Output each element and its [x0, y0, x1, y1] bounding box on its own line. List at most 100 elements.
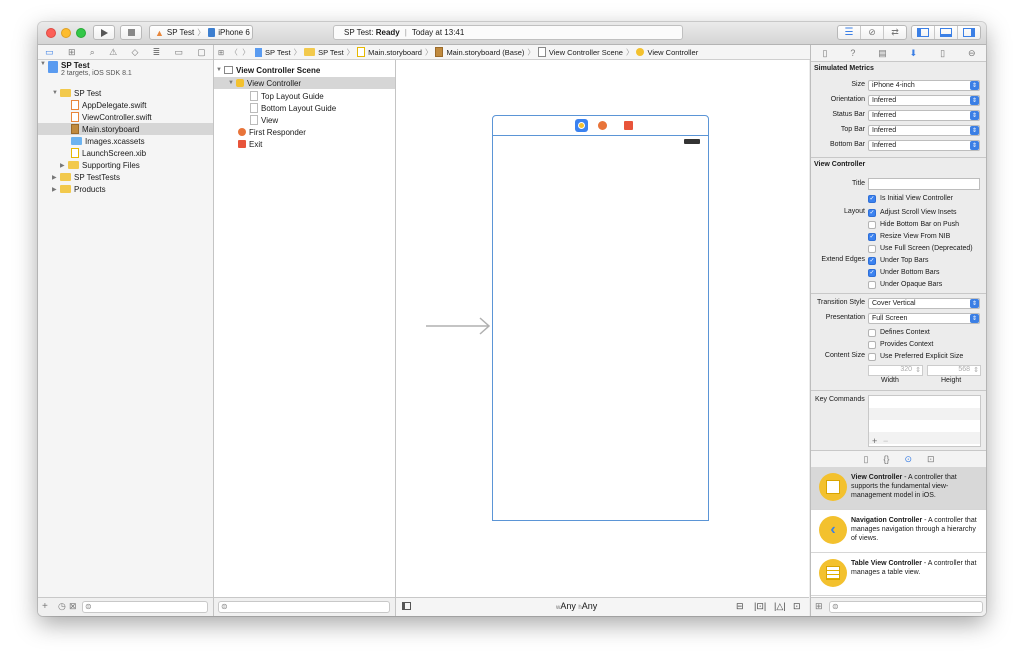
under-opaque-checkbox[interactable]: Under Opaque Bars: [868, 279, 942, 290]
hide-bottom-checkbox[interactable]: Hide Bottom Bar on Push: [868, 219, 959, 230]
under-bottom-checkbox[interactable]: ✓ Under Bottom Bars: [868, 267, 940, 278]
library-item[interactable]: Table View Controller - A controller tha…: [811, 553, 986, 596]
initial-vc-checkbox[interactable]: ✓ Is Initial View Controller: [868, 193, 953, 204]
view-controller-icon[interactable]: [575, 119, 588, 132]
scene-row[interactable]: ▼ View Controller Scene: [216, 64, 320, 76]
size-inspector-icon[interactable]: ▯: [940, 48, 945, 59]
toggle-navigator-button[interactable]: [912, 26, 935, 39]
resolve-icon[interactable]: |△|: [774, 601, 786, 612]
code-snippet-icon[interactable]: {}: [883, 454, 889, 464]
folder-icon[interactable]: ▭: [45, 47, 54, 58]
warning-icon[interactable]: ⚠: [109, 47, 117, 58]
search-icon[interactable]: ⌕: [90, 47, 95, 58]
minimize-window-button[interactable]: [61, 28, 71, 38]
first-responder-icon[interactable]: [598, 121, 607, 130]
align-icon[interactable]: ⊟: [736, 601, 744, 612]
transition-popup[interactable]: Cover Vertical ⇕: [868, 298, 980, 309]
project-row[interactable]: ▼ SP Test 2 targets, iOS SDK 8.1: [40, 61, 132, 83]
run-button[interactable]: [93, 25, 115, 40]
file-inspector-icon[interactable]: ▯: [822, 48, 827, 59]
width-stepper[interactable]: 320 ⇕: [868, 365, 923, 376]
exit-icon[interactable]: [624, 121, 633, 130]
identity-inspector-icon[interactable]: ▤: [878, 48, 887, 59]
file-row[interactable]: AppDelegate.swift: [71, 99, 146, 111]
outline-toggle-icon[interactable]: [402, 602, 411, 610]
full-screen-checkbox[interactable]: Use Full Screen (Deprecated): [868, 243, 973, 254]
related-items-icon[interactable]: ⊞: [214, 48, 228, 57]
outline-row[interactable]: Bottom Layout Guide: [250, 102, 336, 114]
resize-nib-checkbox[interactable]: ✓ Resize View From NIB: [868, 231, 950, 242]
jump-item[interactable]: SP Test: [265, 48, 291, 57]
group-row[interactable]: ▶ Products: [52, 183, 106, 195]
library-filter-input[interactable]: ⊜: [829, 601, 983, 613]
attributes-inspector-icon[interactable]: ⬇: [910, 48, 918, 59]
file-row[interactable]: ViewController.swift: [71, 111, 152, 123]
grid-view-icon[interactable]: ⊞: [815, 601, 823, 612]
report-icon[interactable]: ▢: [197, 47, 206, 58]
defines-context-checkbox[interactable]: Defines Context: [868, 327, 930, 338]
scm-icon[interactable]: ⊠: [69, 601, 77, 612]
orientation-popup[interactable]: Inferred ⇕: [868, 95, 980, 106]
outline-filter-input[interactable]: ⊜: [218, 601, 390, 613]
file-row[interactable]: LaunchScreen.xib: [71, 147, 146, 159]
group-row[interactable]: ▶ Supporting Files: [60, 159, 140, 171]
stop-button[interactable]: [120, 25, 142, 40]
version-editor-button[interactable]: ⇄: [884, 26, 906, 39]
top-bar-popup[interactable]: Inferred ⇕: [868, 125, 980, 136]
jump-item[interactable]: SP Test: [318, 48, 344, 57]
view-controller-scene[interactable]: [492, 136, 709, 521]
group-row[interactable]: ▶ SP TestTests: [52, 171, 120, 183]
scheme-selector[interactable]: ▲ SP Test 〉 iPhone 6: [149, 25, 253, 40]
assistant-editor-button[interactable]: ⊘: [861, 26, 884, 39]
test-icon[interactable]: ◇: [131, 47, 138, 58]
remove-key-command-icon[interactable]: −: [883, 436, 888, 446]
add-key-command-icon[interactable]: +: [872, 436, 877, 446]
library-item[interactable]: View Controller - A controller that supp…: [811, 467, 986, 510]
forward-icon[interactable]: 〉: [240, 47, 252, 58]
size-class-control[interactable]: wAny hAny: [556, 601, 597, 611]
outline-row[interactable]: View: [250, 114, 278, 126]
debug-icon[interactable]: ≣: [153, 47, 161, 58]
jump-item[interactable]: View Controller Scene: [549, 48, 623, 57]
group-row[interactable]: ▼ SP Test: [52, 87, 101, 99]
provides-context-checkbox[interactable]: Provides Context: [868, 339, 933, 350]
standard-editor-button[interactable]: ☰: [838, 26, 861, 39]
bottom-bar-popup[interactable]: Inferred ⇕: [868, 140, 980, 151]
breakpoint-icon[interactable]: ▭: [174, 47, 183, 58]
object-library-icon[interactable]: ⊙: [904, 454, 912, 465]
height-stepper[interactable]: 568 ⇕: [927, 365, 981, 376]
outline-row[interactable]: Exit: [238, 138, 262, 150]
toggle-debug-button[interactable]: [935, 26, 958, 39]
outline-row[interactable]: Top Layout Guide: [250, 90, 324, 102]
under-top-checkbox[interactable]: ✓ Under Top Bars: [868, 255, 929, 266]
jump-item[interactable]: View Controller: [647, 48, 698, 57]
adjust-scroll-checkbox[interactable]: ✓ Adjust Scroll View Insets: [868, 207, 957, 218]
status-bar-popup[interactable]: Inferred ⇕: [868, 110, 980, 121]
library-item[interactable]: ‹ Navigation Controller - A controller t…: [811, 510, 986, 553]
connections-inspector-icon[interactable]: ⊖: [968, 48, 976, 59]
recent-icon[interactable]: ◷: [58, 601, 66, 612]
pin-icon[interactable]: |⊡|: [754, 601, 766, 612]
jump-item[interactable]: Main.storyboard (Base): [446, 48, 524, 57]
close-window-button[interactable]: [46, 28, 56, 38]
vc-row-selected[interactable]: ▼ View Controller: [214, 77, 395, 89]
file-row-selected[interactable]: Main.storyboard: [38, 123, 213, 135]
outline-row[interactable]: First Responder: [238, 126, 306, 138]
zoom-window-button[interactable]: [76, 28, 86, 38]
toggle-utilities-button[interactable]: [958, 26, 980, 39]
scene-dock[interactable]: [492, 115, 709, 136]
symbol-icon[interactable]: ⊞: [68, 47, 76, 58]
back-icon[interactable]: 〈: [228, 47, 240, 58]
title-field[interactable]: [868, 178, 980, 190]
size-popup[interactable]: iPhone 4-inch ⇕: [868, 80, 980, 91]
key-commands-table[interactable]: + −: [868, 395, 981, 447]
storyboard-canvas[interactable]: wAny hAny ⊟ |⊡| |△| ⊡: [396, 60, 809, 616]
navigator-filter-input[interactable]: ⊜: [82, 601, 208, 613]
add-icon[interactable]: +: [42, 601, 48, 612]
jump-item[interactable]: Main.storyboard: [368, 48, 422, 57]
help-inspector-icon[interactable]: ?: [850, 48, 855, 58]
media-library-icon[interactable]: ⊡: [927, 454, 935, 465]
presentation-popup[interactable]: Full Screen ⇕: [868, 313, 980, 324]
file-template-icon[interactable]: ▯: [863, 454, 868, 465]
resizing-icon[interactable]: ⊡: [793, 601, 801, 612]
